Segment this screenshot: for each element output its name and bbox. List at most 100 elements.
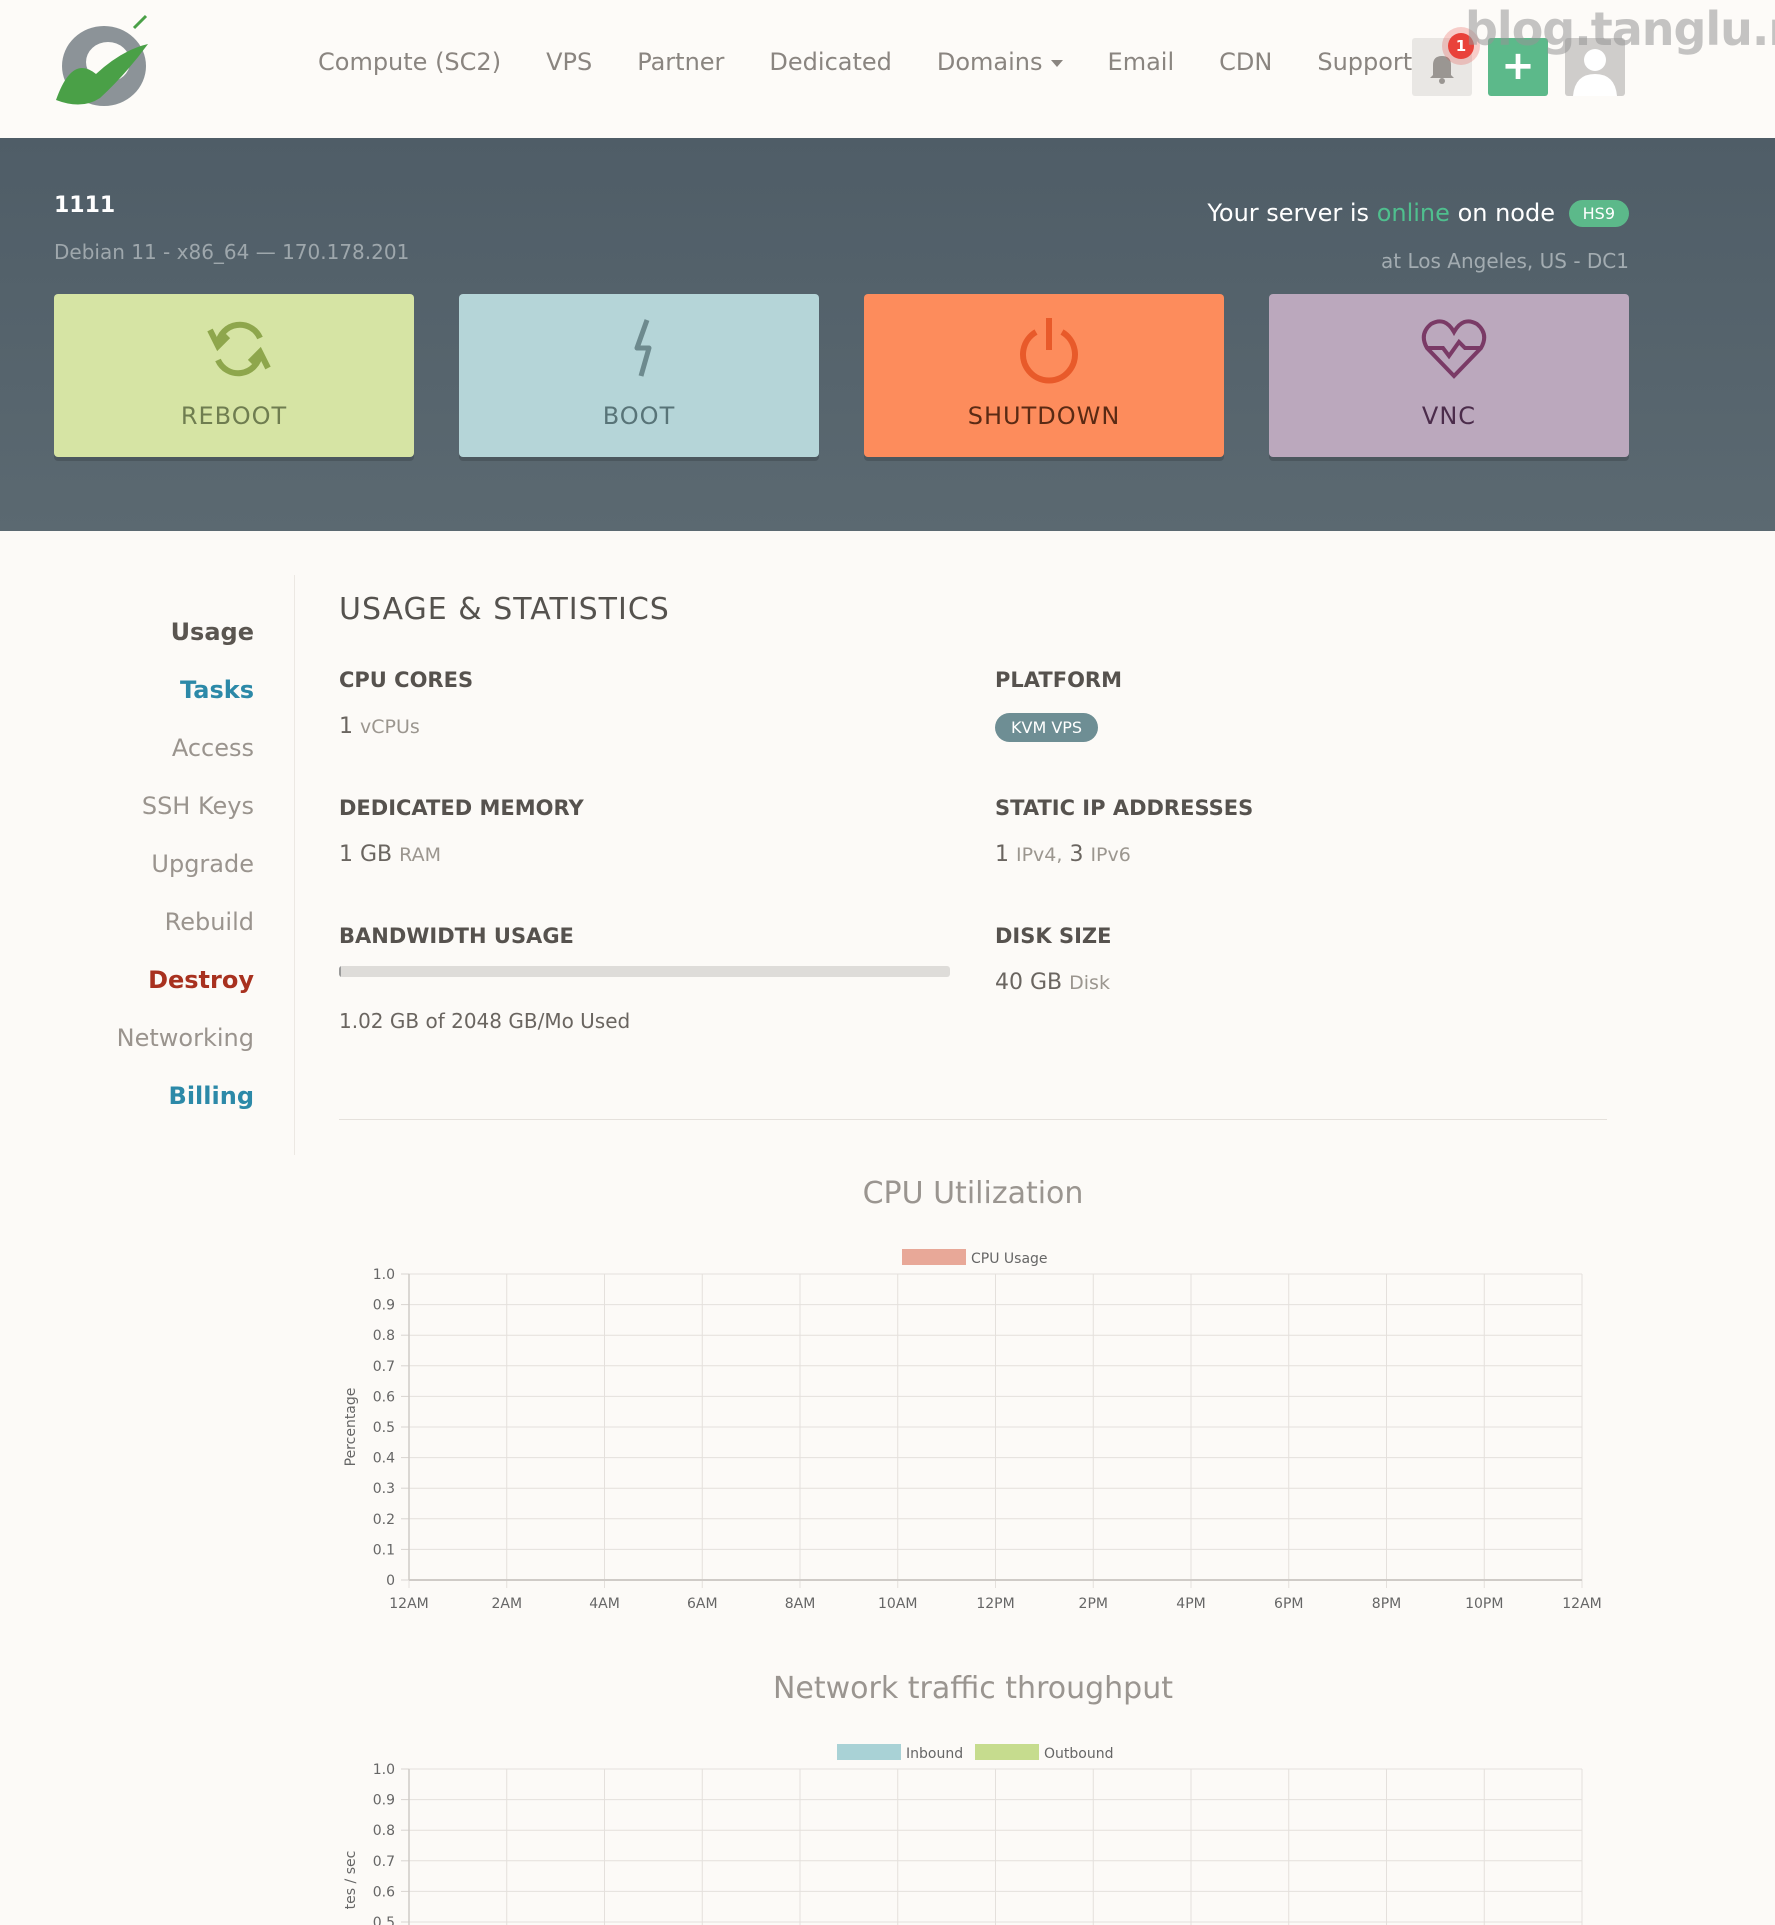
vnc-button[interactable]: VNC xyxy=(1269,294,1629,457)
cpu-count: 1 xyxy=(339,714,353,739)
nav-compute[interactable]: Compute (SC2) xyxy=(318,48,501,76)
sidebar-item-billing[interactable]: Billing xyxy=(169,1082,254,1110)
section-divider xyxy=(339,1119,1607,1120)
bandwidth-progress-fill xyxy=(339,966,341,977)
disk-amount: 40 GB xyxy=(995,970,1063,995)
network-chart-title: Network traffic throughput xyxy=(772,1671,1173,1706)
status-mid: on node xyxy=(1457,199,1555,227)
sidebar-item-rebuild[interactable]: Rebuild xyxy=(165,908,254,936)
shutdown-label: SHUTDOWN xyxy=(967,402,1121,430)
sidebar-item-destroy[interactable]: Destroy xyxy=(148,966,254,994)
memory-value: 1 GB RAM xyxy=(339,842,441,867)
main-menu: Compute (SC2) VPS Partner Dedicated Doma… xyxy=(318,48,1457,76)
sidebar-item-usage[interactable]: Usage xyxy=(171,618,254,646)
vnc-label: VNC xyxy=(1421,402,1477,430)
status-prefix: Your server is xyxy=(1207,199,1370,227)
disk-size-label: DISK SIZE xyxy=(995,924,1112,948)
watermark: blog.tanglu.me xyxy=(1465,2,1775,56)
brand-logo-icon[interactable] xyxy=(52,14,152,110)
sidebar-item-upgrade[interactable]: Upgrade xyxy=(151,850,254,878)
section-title: USAGE & STATISTICS xyxy=(339,592,670,627)
power-icon xyxy=(1020,318,1078,384)
heartbeat-icon xyxy=(1421,319,1487,379)
bandwidth-label: BANDWIDTH USAGE xyxy=(339,924,574,948)
platform-label: PLATFORM xyxy=(995,668,1122,692)
nav-partner[interactable]: Partner xyxy=(637,48,724,76)
bandwidth-usage-text: 1.02 GB of 2048 GB/Mo Used xyxy=(339,1009,631,1033)
x-tick-label: 2AM xyxy=(491,1596,522,1612)
ip-addresses-value: 1 IPv4, 3 IPv6 xyxy=(995,842,1131,867)
x-tick-label: 8AM xyxy=(785,1596,816,1612)
y-tick-label: 0.6 xyxy=(373,1884,395,1900)
server-status: Your server is online on node HS9 xyxy=(1207,199,1629,227)
y-tick-label: 0.9 xyxy=(373,1298,395,1314)
x-tick-label: 8PM xyxy=(1372,1596,1401,1612)
x-tick-label: 10AM xyxy=(878,1596,917,1612)
x-tick-label: 10PM xyxy=(1465,1596,1503,1612)
x-tick-label: 12AM xyxy=(1562,1596,1601,1612)
legend-label: CPU Usage xyxy=(971,1251,1048,1267)
x-tick-label: 12PM xyxy=(976,1596,1014,1612)
server-details: Debian 11 - x86_64 — 170.178.201 xyxy=(54,240,410,264)
x-tick-label: 12AM xyxy=(389,1596,428,1612)
ip-addresses-label: STATIC IP ADDRESSES xyxy=(995,796,1254,820)
sidebar-item-networking[interactable]: Networking xyxy=(117,1024,254,1052)
nav-support[interactable]: Support xyxy=(1317,48,1412,76)
y-tick-label: 1.0 xyxy=(373,1267,395,1283)
lightning-icon xyxy=(634,319,652,377)
legend-swatch[interactable] xyxy=(902,1249,966,1265)
memory-unit: RAM xyxy=(399,844,441,866)
nav-cdn[interactable]: CDN xyxy=(1219,48,1272,76)
cpu-unit: vCPUs xyxy=(360,716,420,738)
nav-domains-label: Domains xyxy=(936,48,1043,76)
y-tick-label: 0.8 xyxy=(373,1823,395,1839)
legend-swatch[interactable] xyxy=(837,1744,901,1760)
disk-unit: Disk xyxy=(1069,972,1110,994)
y-axis-label: Percentage xyxy=(343,1388,359,1467)
y-tick-label: 0.2 xyxy=(373,1512,395,1528)
top-navigation: Compute (SC2) VPS Partner Dedicated Doma… xyxy=(0,0,1775,138)
ipv6-count: 3 xyxy=(1069,842,1084,867)
x-tick-label: 6PM xyxy=(1274,1596,1303,1612)
server-header: 1111 Debian 11 - x86_64 — 170.178.201 Yo… xyxy=(0,138,1775,531)
y-axis-label: tes / sec xyxy=(343,1851,359,1910)
reboot-icon xyxy=(207,321,271,377)
y-tick-label: 0.5 xyxy=(373,1915,395,1925)
server-location: at Los Angeles, US - DC1 xyxy=(1381,249,1629,273)
cpu-cores-label: CPU CORES xyxy=(339,668,474,692)
memory-amount: 1 GB xyxy=(339,842,393,867)
y-tick-label: 0.4 xyxy=(373,1451,395,1467)
x-tick-label: 2PM xyxy=(1079,1596,1108,1612)
y-tick-label: 0.5 xyxy=(373,1420,395,1436)
sidebar-item-access[interactable]: Access xyxy=(172,734,254,762)
ipv6-unit: IPv6 xyxy=(1090,844,1131,866)
boot-label: BOOT xyxy=(602,402,676,430)
y-tick-label: 0.7 xyxy=(373,1854,395,1870)
nav-vps[interactable]: VPS xyxy=(546,48,592,76)
ipv4-count: 1 xyxy=(995,842,1009,867)
y-tick-label: 1.0 xyxy=(373,1762,395,1778)
sidebar-item-ssh-keys[interactable]: SSH Keys xyxy=(142,792,254,820)
reboot-button[interactable]: REBOOT xyxy=(54,294,414,457)
nav-dedicated[interactable]: Dedicated xyxy=(769,48,891,76)
shutdown-button[interactable]: SHUTDOWN xyxy=(864,294,1224,457)
cpu-cores-value: 1 vCPUs xyxy=(339,714,420,739)
server-sidebar: Usage Tasks Access SSH Keys Upgrade Rebu… xyxy=(0,575,295,1155)
legend-label: Outbound xyxy=(1044,1746,1113,1762)
boot-button[interactable]: BOOT xyxy=(459,294,819,457)
ipv4-unit: IPv4, xyxy=(1016,844,1063,866)
nav-email[interactable]: Email xyxy=(1108,48,1175,76)
sidebar-item-tasks[interactable]: Tasks xyxy=(180,676,254,704)
node-badge: HS9 xyxy=(1568,200,1629,227)
reboot-label: REBOOT xyxy=(180,402,288,430)
y-tick-label: 0.8 xyxy=(373,1328,395,1344)
network-throughput-chart: Inbound Outbound 1.0 0.9 0.8 0.7 0.6 0.5 tes / s… xyxy=(343,1744,1583,1925)
cpu-utilization-chart: CPU Usage 1.0 0.9 0.8 0.7 0.6 0.5 0.4 0.3 0.2 0.1 0… xyxy=(343,1249,1602,1612)
x-tick-label: 4PM xyxy=(1176,1596,1205,1612)
x-tick-label: 6AM xyxy=(687,1596,718,1612)
memory-label: DEDICATED MEMORY xyxy=(339,796,584,820)
y-tick-label: 0.7 xyxy=(373,1359,395,1375)
legend-swatch[interactable] xyxy=(975,1744,1039,1760)
nav-domains[interactable]: Domains xyxy=(937,48,1063,76)
legend-label: Inbound xyxy=(906,1746,963,1762)
